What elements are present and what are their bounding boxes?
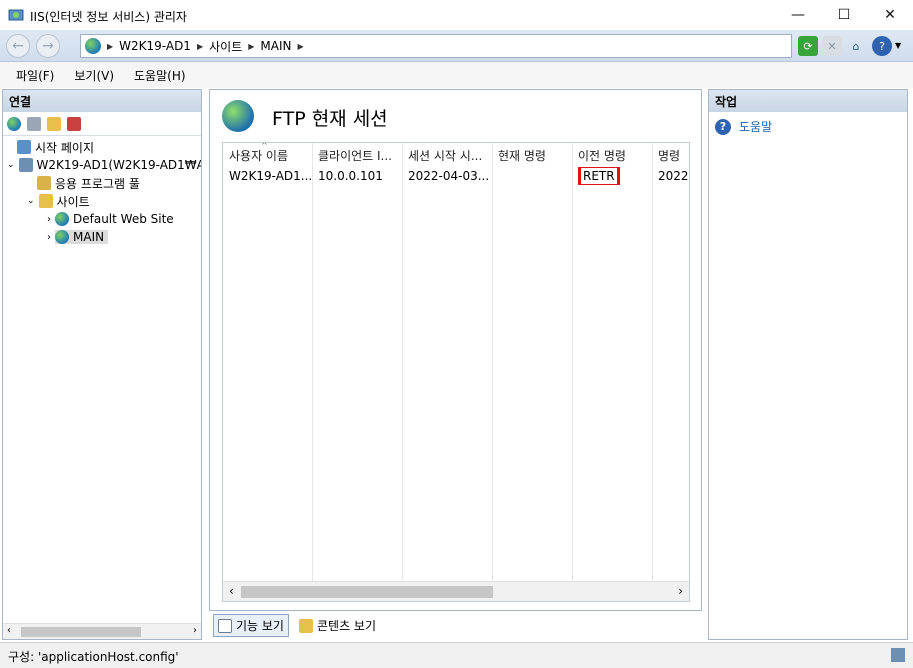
- menu-view[interactable]: 보기(V): [74, 67, 114, 84]
- scrollbar-thumb[interactable]: [21, 627, 141, 637]
- iis-app-icon: [8, 7, 24, 23]
- cell-command: 2022: [658, 169, 689, 183]
- tree-start-page[interactable]: 시작 페이지: [3, 138, 201, 156]
- breadcrumb-sites[interactable]: 사이트: [209, 38, 242, 55]
- breadcrumb-server[interactable]: W2K19-AD1: [119, 39, 191, 53]
- tree-main-site[interactable]: › MAIN: [3, 228, 201, 246]
- chevron-left-icon[interactable]: ‹: [7, 625, 11, 636]
- minimize-button[interactable]: —: [775, 0, 821, 30]
- refresh-icon[interactable]: ⟳: [798, 36, 818, 56]
- connections-header: 연결: [3, 90, 201, 112]
- disconnect-icon[interactable]: [67, 116, 81, 131]
- horizontal-scrollbar[interactable]: ‹ ›: [3, 623, 201, 639]
- menu-help[interactable]: 도움말(H): [134, 67, 186, 84]
- content-view-icon: [298, 618, 313, 633]
- sessions-grid: 사용자 이름 ^ 클라이언트 I... 세션 시작 시... 현재 명령 이전 …: [222, 142, 690, 602]
- connections-pane: 연결 시작 페이지 ⌄ W2K19-AD1(W2K19-AD1₩A 응용 프로그…: [2, 89, 202, 640]
- page-title: FTP 현재 세션: [272, 108, 388, 130]
- column-header-client-ip[interactable]: 클라이언트 I...: [312, 143, 402, 165]
- chevron-right-icon[interactable]: ›: [47, 232, 51, 243]
- chevron-right-icon[interactable]: ›: [678, 584, 683, 598]
- status-text: 구성: 'applicationHost.config': [8, 650, 179, 664]
- globe-icon: [85, 38, 101, 54]
- tree-sites[interactable]: ⌄ 사이트: [3, 192, 201, 210]
- help-icon[interactable]: ?: [872, 36, 892, 56]
- chevron-left-icon[interactable]: ‹: [229, 584, 234, 598]
- connections-toolbar: [3, 112, 201, 136]
- cell-current-command: [492, 167, 572, 185]
- up-folder-icon[interactable]: [47, 116, 61, 131]
- tree-default-web-site[interactable]: › Default Web Site: [3, 210, 201, 228]
- tree-server[interactable]: ⌄ W2K19-AD1(W2K19-AD1₩A: [3, 156, 201, 174]
- cell-user: W2K19-AD1...: [229, 169, 312, 183]
- site-icon: [55, 212, 69, 226]
- breadcrumb-main[interactable]: MAIN: [260, 39, 291, 53]
- cell-previous-command: RETR: [572, 167, 652, 185]
- breadcrumb[interactable]: ▶ W2K19-AD1 ▶ 사이트 ▶ MAIN ▶: [80, 34, 792, 58]
- back-button[interactable]: ←: [6, 34, 30, 58]
- ftp-globe-icon: [222, 100, 254, 132]
- title-bar: IIS(인터넷 정보 서비스) 관리자 — ☐ ✕: [0, 0, 913, 30]
- forward-button[interactable]: →: [36, 34, 60, 58]
- column-header-previous-command[interactable]: 이전 명령: [572, 143, 652, 165]
- column-header-session-start[interactable]: 세션 시작 시...: [402, 143, 492, 165]
- chevron-right-icon: ▶: [297, 41, 304, 51]
- tree-app-pools[interactable]: 응용 프로그램 풀: [3, 174, 201, 192]
- actions-header: 작업: [709, 90, 907, 112]
- chevron-right-icon: ▶: [248, 41, 255, 51]
- menu-file[interactable]: 파일(F): [16, 67, 54, 84]
- address-bar: ← → ▶ W2K19-AD1 ▶ 사이트 ▶ MAIN ▶ ⟳ ✕ ⌂ ? ▼: [0, 30, 913, 62]
- actions-pane: 작업 ? 도움말: [708, 89, 908, 640]
- chevron-down-icon[interactable]: ⌄: [27, 196, 35, 206]
- start-page-icon: [17, 140, 31, 154]
- retr-highlight-box: RETR: [578, 167, 620, 185]
- home-icon[interactable]: ⌂: [846, 36, 866, 56]
- features-view-icon: [218, 618, 232, 633]
- scrollbar-thumb[interactable]: [241, 586, 493, 598]
- sites-folder-icon: [38, 194, 53, 208]
- chevron-right-icon: ▶: [196, 41, 204, 51]
- server-status-icon: [891, 648, 905, 662]
- connect-icon[interactable]: [7, 116, 21, 131]
- column-header-current-command[interactable]: 현재 명령: [492, 143, 572, 165]
- grid-horizontal-scrollbar[interactable]: ‹ ›: [223, 581, 689, 601]
- connections-tree: 시작 페이지 ⌄ W2K19-AD1(W2K19-AD1₩A 응용 프로그램 풀…: [3, 136, 201, 616]
- server-icon: [18, 158, 33, 172]
- maximize-button[interactable]: ☐: [821, 0, 867, 30]
- chevron-down-icon[interactable]: ⌄: [7, 160, 15, 170]
- cell-client-ip: 10.0.0.101: [318, 169, 383, 183]
- help-icon: ?: [715, 118, 731, 135]
- status-bar: 구성: 'applicationHost.config': [0, 642, 913, 668]
- sort-arrow-icon: ^: [261, 142, 268, 150]
- view-tabs: 기능 보기 콘텐츠 보기: [213, 614, 380, 637]
- chevron-right-icon: ▶: [107, 41, 114, 51]
- menu-bar: 파일(F) 보기(V) 도움말(H): [0, 62, 913, 88]
- site-icon: [55, 230, 69, 244]
- tab-content-view[interactable]: 콘텐츠 보기: [295, 614, 380, 637]
- chevron-down-icon[interactable]: ▼: [895, 41, 901, 50]
- close-button[interactable]: ✕: [867, 0, 913, 30]
- column-header-command[interactable]: 명령: [652, 143, 689, 165]
- chevron-right-icon[interactable]: ›: [193, 625, 197, 636]
- cell-session-start: 2022-04-03...: [408, 169, 490, 183]
- window-title: IIS(인터넷 정보 서비스) 관리자: [30, 10, 187, 24]
- action-help[interactable]: ? 도움말: [709, 112, 907, 141]
- app-pool-icon: [37, 176, 51, 190]
- tab-features-view[interactable]: 기능 보기: [213, 614, 289, 637]
- main-pane: FTP 현재 세션 사용자 이름 ^ 클라이언트 I... 세션 시작 시...…: [209, 89, 702, 611]
- stop-icon[interactable]: ✕: [822, 36, 842, 56]
- chevron-right-icon[interactable]: ›: [47, 214, 51, 225]
- save-icon[interactable]: [27, 116, 41, 131]
